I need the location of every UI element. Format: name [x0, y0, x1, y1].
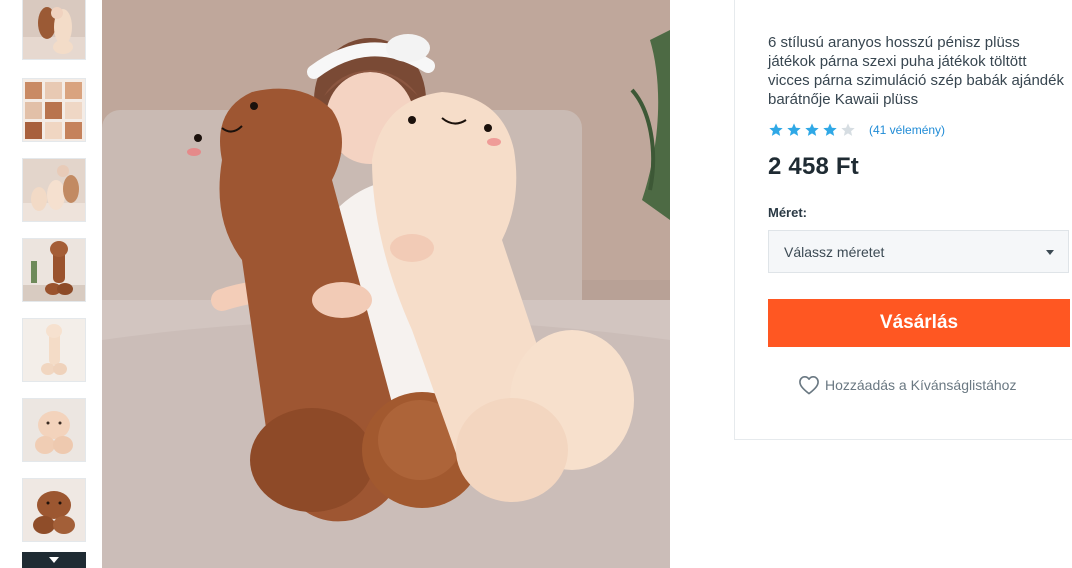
thumbnail-4[interactable] [22, 238, 86, 302]
size-select[interactable]: Válassz méretet [768, 230, 1069, 273]
add-to-wishlist-button[interactable]: Hozzáadás a Kívánságlistához [798, 374, 1016, 396]
product-price: 2 458 Ft [768, 153, 859, 180]
product-title: 6 stílusú aranyos hosszú pénisz plüss já… [768, 34, 1064, 108]
caret-down-icon [1046, 250, 1054, 255]
star-filled-icon [822, 122, 838, 138]
heart-icon [799, 376, 819, 395]
star-filled-icon [768, 122, 784, 138]
star-filled-icon [804, 122, 820, 138]
thumbnail-1[interactable] [22, 0, 86, 60]
star-filled-icon [786, 122, 802, 138]
review-count-link[interactable]: (41 vélemény) [869, 123, 945, 137]
main-product-image[interactable] [102, 0, 670, 568]
product-info-panel: 6 stílusú aranyos hosszú pénisz plüss já… [734, 0, 1072, 440]
thumbnail-3[interactable] [22, 158, 86, 222]
size-label: Méret: [768, 205, 808, 220]
thumbnail-2[interactable] [22, 78, 86, 142]
star-empty-icon [840, 122, 856, 138]
thumbnail-6[interactable] [22, 398, 86, 462]
thumbnail-7[interactable] [22, 478, 86, 542]
chevron-down-icon [49, 557, 59, 563]
size-select-value: Válassz méretet [784, 243, 885, 260]
product-rating: (41 vélemény) [768, 121, 945, 139]
thumbnail-scroll-down-button[interactable] [22, 552, 86, 568]
buy-button[interactable]: Vásárlás [768, 299, 1070, 347]
thumbnail-5[interactable] [22, 318, 86, 382]
wishlist-label: Hozzáadás a Kívánságlistához [825, 377, 1017, 393]
thumbnail-strip [22, 0, 86, 568]
